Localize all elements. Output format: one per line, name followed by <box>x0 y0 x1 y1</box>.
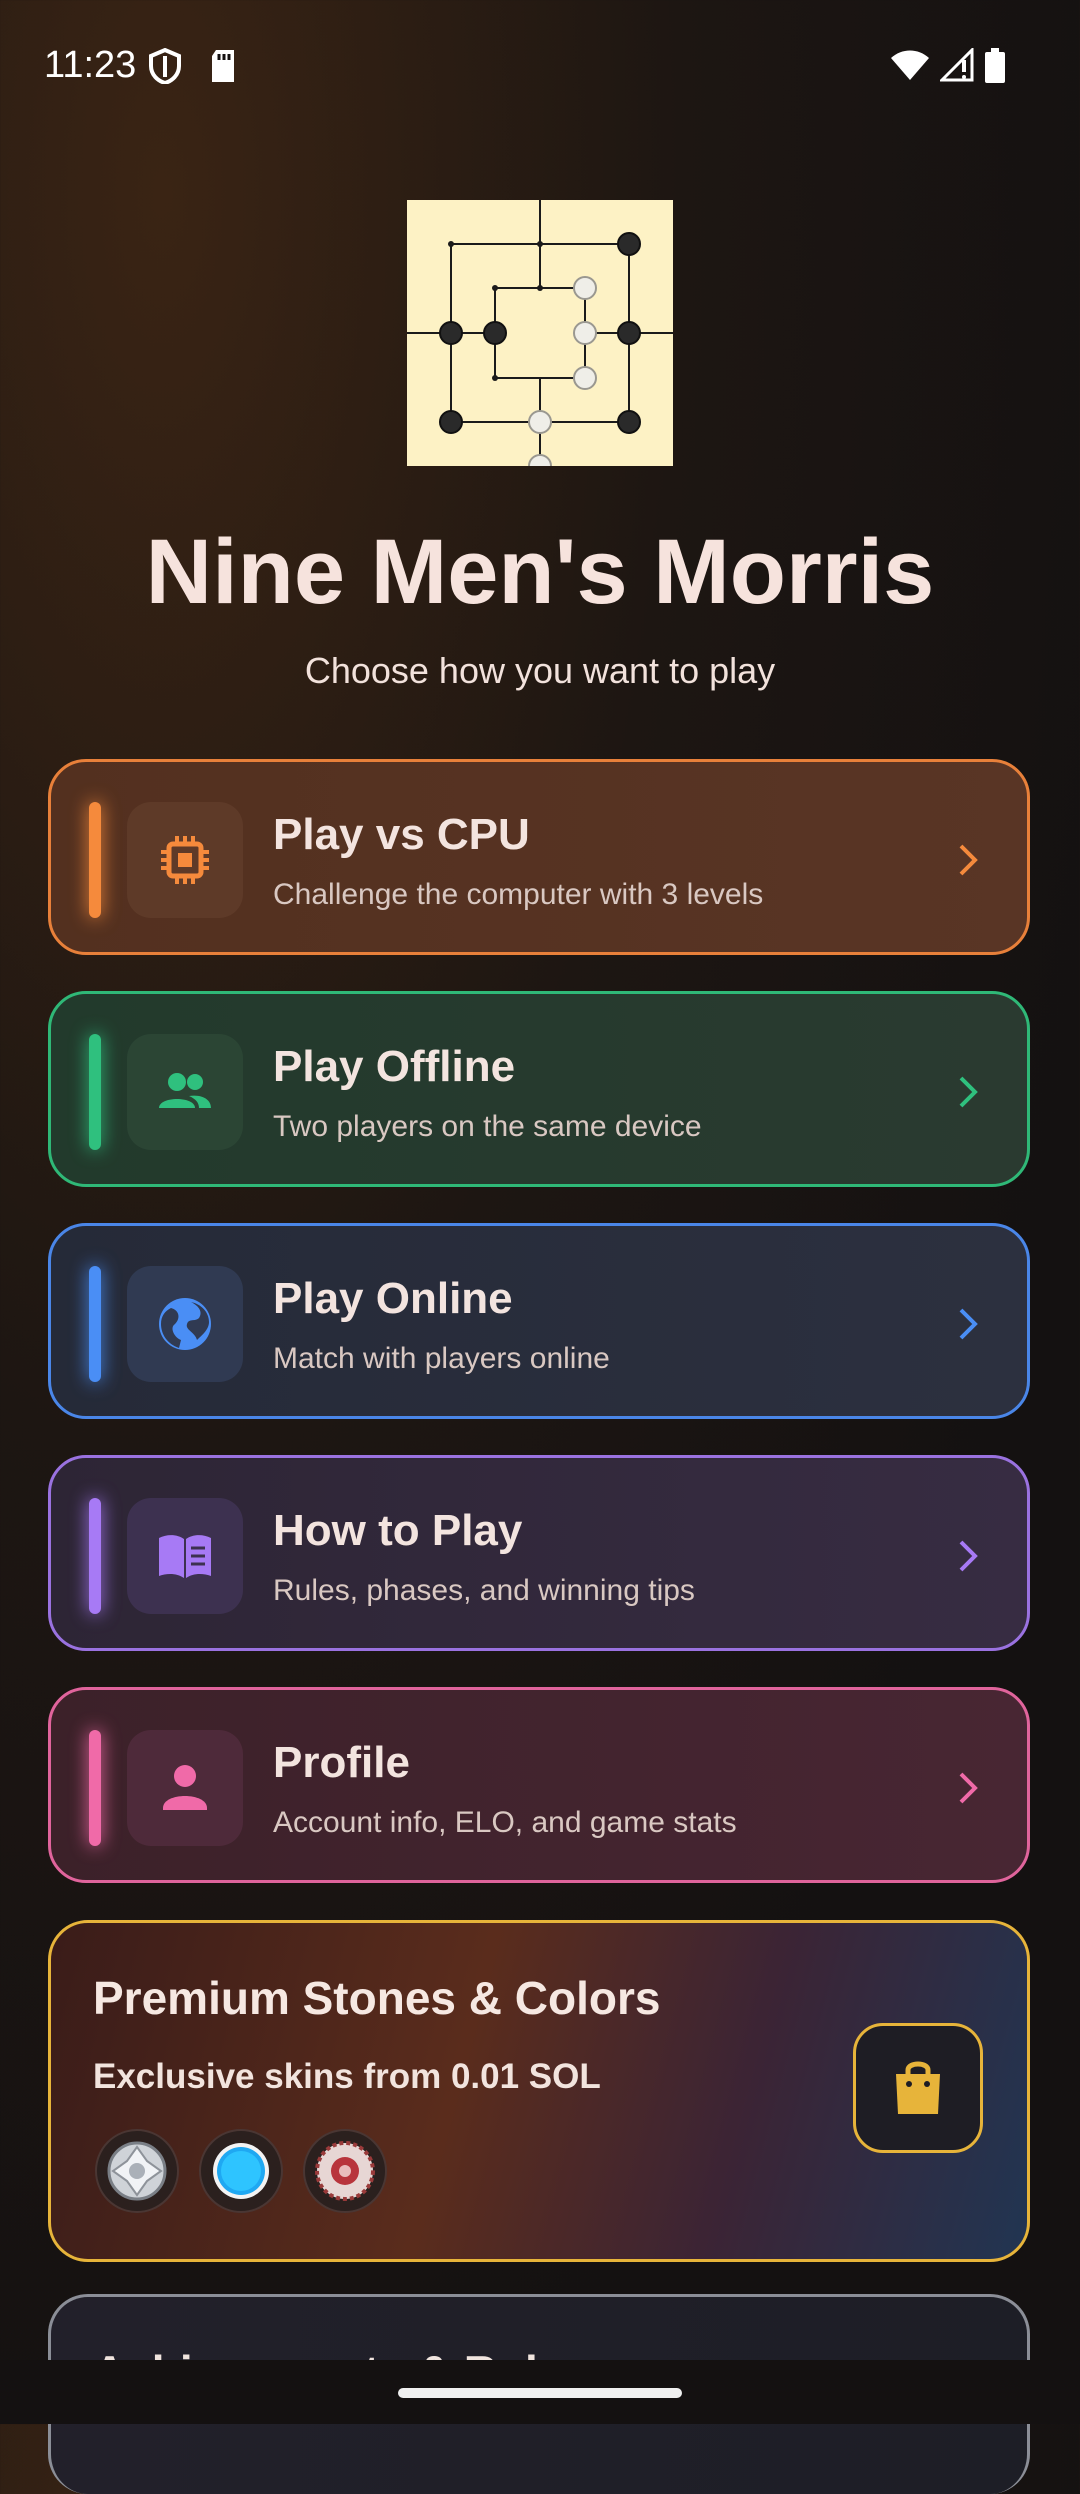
chevron-right-icon <box>959 1540 978 1572</box>
accent-bar <box>89 1266 101 1382</box>
card-subtitle: Match with players online <box>273 1342 610 1375</box>
globe-icon <box>159 1298 211 1350</box>
wifi-icon <box>890 48 930 87</box>
home-indicator[interactable] <box>398 2388 682 2398</box>
shop-button[interactable] <box>853 2023 983 2153</box>
accent-bar <box>89 1498 101 1614</box>
card-subtitle: Account info, ELO, and game stats <box>273 1806 737 1839</box>
icon-box <box>127 1498 243 1614</box>
page-title: Nine Men's Morris <box>145 521 935 623</box>
person-icon <box>163 1765 207 1810</box>
shopping-bag-icon <box>896 2061 940 2114</box>
card-title: Play vs CPU <box>273 810 530 859</box>
chevron-right-icon <box>959 1772 978 1804</box>
card-title: Play Offline <box>273 1042 516 1091</box>
card-title: Profile <box>273 1738 410 1787</box>
blue-stone-icon <box>199 2129 283 2213</box>
chevron-right-icon <box>959 844 978 876</box>
ruby-stone-icon <box>303 2129 387 2213</box>
signal-icon <box>938 46 976 87</box>
chevron-right-icon <box>959 1076 978 1108</box>
how-to-play-card[interactable]: How to Play Rules, phases, and winning t… <box>48 1455 1030 1651</box>
play-offline-card[interactable]: Play Offline Two players on the same dev… <box>48 991 1030 1187</box>
accent-bar <box>89 802 101 918</box>
card-subtitle: Rules, phases, and winning tips <box>273 1574 695 1607</box>
accent-bar <box>89 1034 101 1150</box>
status-bar: 11:23 <box>0 0 1080 140</box>
premium-title: Premium Stones & Colors <box>93 1972 661 2024</box>
battery-icon <box>984 48 1006 89</box>
play-vs-cpu-card[interactable]: Play vs CPU Challenge the computer with … <box>48 759 1030 955</box>
premium-subtitle: Exclusive skins from 0.01 SOL <box>93 2057 601 2096</box>
premium-stones-card[interactable]: Premium Stones & Colors Exclusive skins … <box>48 1920 1030 2262</box>
play-online-card[interactable]: Play Online Match with players online <box>48 1223 1030 1419</box>
chevron-right-icon <box>959 1308 978 1340</box>
cpu-chip-icon <box>161 836 209 884</box>
diamond-stone-icon <box>95 2129 179 2213</box>
status-time: 11:23 <box>44 44 137 86</box>
sd-card-icon <box>208 48 238 89</box>
shield-icon <box>148 47 182 89</box>
accent-bar <box>89 1730 101 1846</box>
book-icon <box>159 1535 211 1578</box>
icon-box <box>127 1034 243 1150</box>
icon-box <box>127 802 243 918</box>
card-subtitle: Two players on the same device <box>273 1110 702 1143</box>
page-subtitle: Choose how you want to play <box>304 650 776 691</box>
icon-box <box>127 1266 243 1382</box>
icon-box <box>127 1730 243 1846</box>
morris-board-logo <box>407 200 673 478</box>
card-subtitle: Challenge the computer with 3 levels <box>273 878 764 911</box>
people-icon <box>159 1073 211 1108</box>
card-title: How to Play <box>273 1506 523 1555</box>
card-title: Play Online <box>273 1274 513 1323</box>
profile-card[interactable]: Profile Account info, ELO, and game stat… <box>48 1687 1030 1883</box>
